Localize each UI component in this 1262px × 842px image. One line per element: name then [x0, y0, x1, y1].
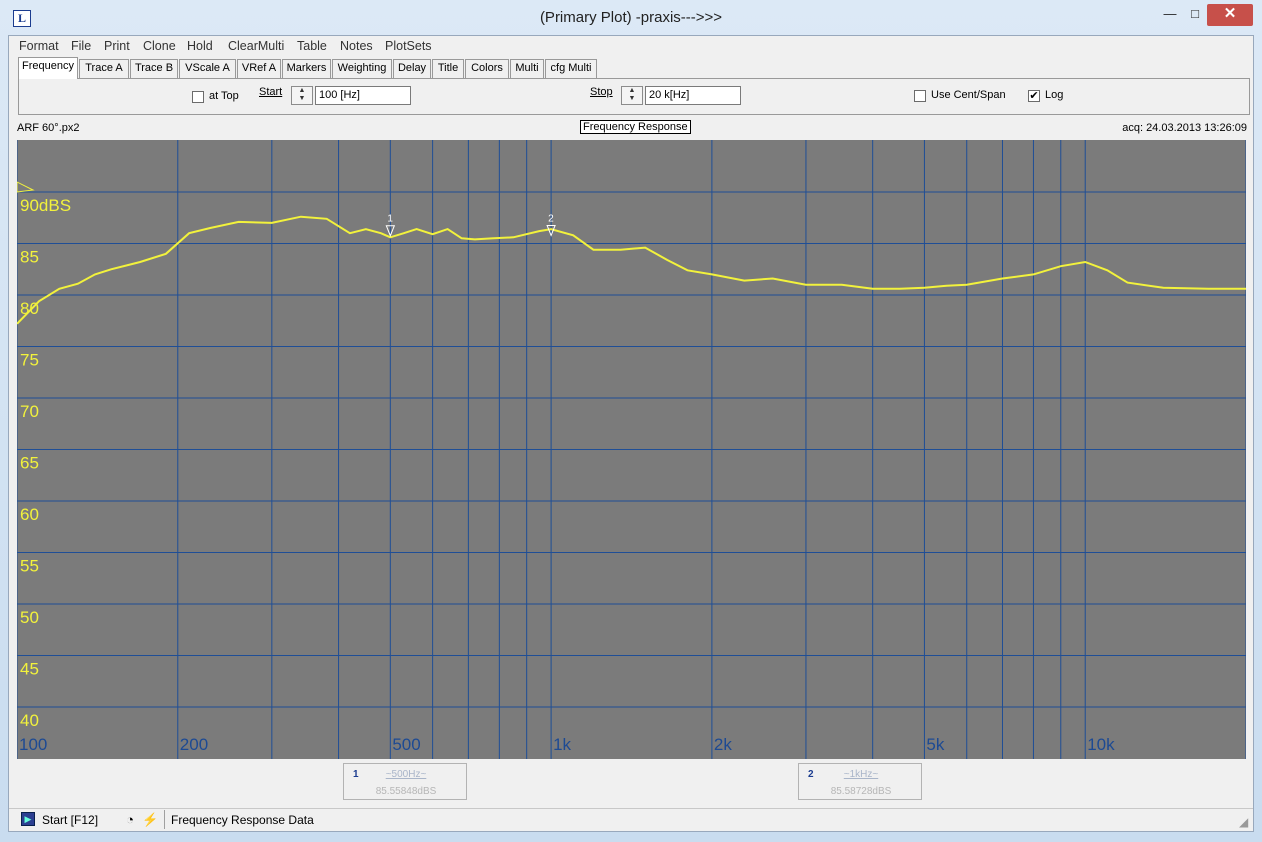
y-tick-label: 70: [20, 402, 39, 421]
spin-up-icon[interactable]: ▲: [622, 87, 642, 95]
x-tick-label: 2k: [714, 735, 732, 754]
tab-markers[interactable]: Markers: [282, 59, 331, 78]
frequency-panel: at Top Start ▲ ▼ 100 [Hz] Stop ▲ ▼ 20 k[…: [18, 78, 1250, 115]
status-divider: [164, 810, 165, 829]
use-cent-span-label: Use Cent/Span: [931, 89, 1006, 101]
menu-format[interactable]: Format: [19, 39, 59, 53]
log-label: Log: [1045, 89, 1064, 101]
y-tick-label: 50: [20, 608, 39, 627]
close-button[interactable]: ✕: [1207, 4, 1253, 26]
signal-icon[interactable]: ⚡: [142, 812, 158, 828]
marker-readout-1[interactable]: 1 ~500Hz~ 85.55848dBS: [343, 763, 467, 800]
y-tick-label: 90dBS: [20, 196, 71, 215]
spin-down-icon[interactable]: ▼: [622, 95, 642, 103]
marker-frequency[interactable]: ~1kHz~: [799, 769, 923, 780]
frequency-response-plot[interactable]: 90dBS 85 80 75 70 65 60 55 50 45 40 100 200 500 1k 2k 5k…: [17, 140, 1246, 759]
y-tick-label: 55: [20, 557, 39, 576]
maximize-button[interactable]: □: [1182, 4, 1208, 26]
plot-canvas[interactable]: 90dBS 85 80 75 70 65 60 55 50 45 40 100 200 500 1k 2k 5k…: [17, 140, 1246, 759]
app-window: L (Primary Plot) -praxis--->>> — □ ✕ For…: [0, 0, 1262, 842]
tab-colors[interactable]: Colors: [465, 59, 509, 78]
tab-frequency[interactable]: Frequency: [18, 57, 78, 79]
menu-print[interactable]: Print: [104, 39, 130, 53]
y-tick-label: 60: [20, 505, 39, 524]
stop-label: Stop: [590, 86, 613, 98]
tab-multi[interactable]: Multi: [510, 59, 544, 78]
spin-up-icon[interactable]: ▲: [292, 87, 312, 95]
tab-delay[interactable]: Delay: [393, 59, 431, 78]
use-cent-span-checkbox[interactable]: [914, 90, 926, 102]
tab-trace-a[interactable]: Trace A: [79, 59, 129, 78]
x-tick-label: 1k: [553, 735, 571, 754]
plot-file-name: ARF 60°.px2: [17, 122, 80, 134]
marker-value: 85.55848dBS: [375, 786, 437, 797]
menu-clearmulti[interactable]: ClearMulti: [228, 39, 284, 53]
menu-hold[interactable]: Hold: [187, 39, 213, 53]
plot-header: ARF 60°.px2 Frequency Response acq: 24.0…: [9, 118, 1253, 138]
start-status-label[interactable]: Start [F12]: [42, 813, 98, 827]
reference-pointer-icon: [17, 181, 35, 193]
tab-cfg-multi[interactable]: cfg Multi: [545, 59, 597, 78]
frequency-response-trace: [17, 215, 1246, 325]
menu-table[interactable]: Table: [297, 39, 327, 53]
tab-vref-a[interactable]: VRef A: [237, 59, 281, 78]
at-top-checkbox[interactable]: [192, 91, 204, 103]
menu-notes[interactable]: Notes: [340, 39, 373, 53]
y-tick-label: 80: [20, 299, 39, 318]
start-spinner[interactable]: ▲ ▼: [291, 86, 313, 105]
play-icon[interactable]: ▶: [21, 812, 35, 826]
y-tick-label: 75: [20, 351, 39, 370]
marker-label: 1: [387, 214, 393, 225]
y-tick-label: 65: [20, 454, 39, 473]
status-bar: ▶ Start [F12] ◔ ⚡ Frequency Response Dat…: [9, 808, 1253, 830]
resize-grip-icon[interactable]: ◢: [1239, 816, 1251, 828]
log-checkbox[interactable]: ✔: [1028, 90, 1040, 102]
menu-file[interactable]: File: [71, 39, 91, 53]
clock-icon[interactable]: ◔: [122, 812, 138, 828]
spin-down-icon[interactable]: ▼: [292, 95, 312, 103]
tab-trace-b[interactable]: Trace B: [130, 59, 178, 78]
x-tick-label: 500: [392, 735, 420, 754]
at-top-label: at Top: [209, 90, 239, 102]
marker-value: 85.58728dBS: [830, 786, 892, 797]
window-title: (Primary Plot) -praxis--->>>: [539, 9, 723, 26]
client-area: Format File Print Clone Hold ClearMulti …: [8, 35, 1254, 832]
y-tick-label: 40: [20, 711, 39, 730]
acquisition-timestamp: acq: 24.03.2013 13:26:09: [1122, 122, 1247, 134]
marker-readout-2[interactable]: 2 ~1kHz~ 85.58728dBS: [798, 763, 922, 800]
minimize-button[interactable]: —: [1157, 4, 1183, 26]
tab-weighting[interactable]: Weighting: [332, 59, 392, 78]
start-field[interactable]: 100 [Hz]: [315, 86, 411, 105]
y-tick-label: 85: [20, 248, 39, 267]
marker-label: 2: [548, 213, 554, 224]
stop-field[interactable]: 20 k[Hz]: [645, 86, 741, 105]
tab-vscale-a[interactable]: VScale A: [179, 59, 236, 78]
stop-spinner[interactable]: ▲ ▼: [621, 86, 643, 105]
menu-plotsets[interactable]: PlotSets: [385, 39, 432, 53]
x-tick-label: 200: [180, 735, 208, 754]
x-tick-label: 5k: [926, 735, 944, 754]
menu-bar: Format File Print Clone Hold ClearMulti …: [9, 36, 1253, 56]
menu-clone[interactable]: Clone: [143, 39, 176, 53]
x-tick-label: 10k: [1087, 735, 1115, 754]
marker-readout-area: 1 ~500Hz~ 85.55848dBS 2 ~1kHz~ 85.58728d…: [9, 760, 1253, 805]
marker-frequency[interactable]: ~500Hz~: [344, 769, 468, 780]
title-bar[interactable]: L (Primary Plot) -praxis--->>> — □ ✕: [0, 0, 1262, 36]
x-tick-label: 100: [19, 735, 47, 754]
plot-title[interactable]: Frequency Response: [580, 120, 691, 134]
status-text: Frequency Response Data: [171, 813, 314, 827]
start-label: Start: [259, 86, 283, 98]
tab-title[interactable]: Title: [432, 59, 464, 78]
y-tick-label: 45: [20, 660, 39, 679]
